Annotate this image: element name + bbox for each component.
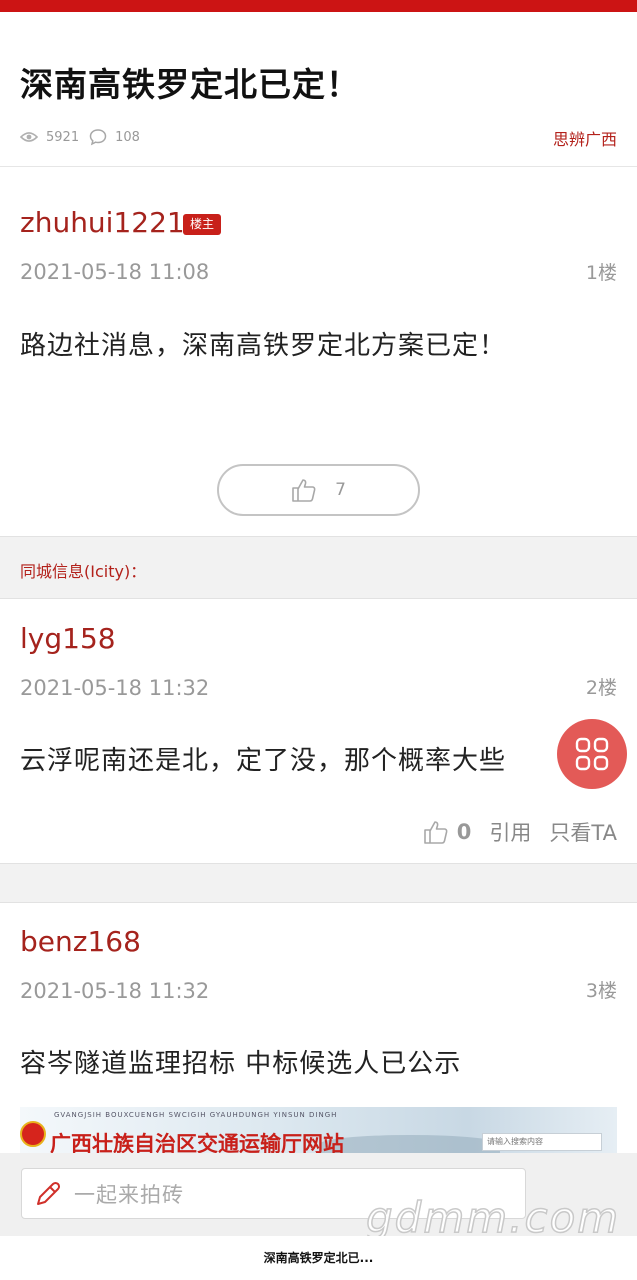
eye-icon	[20, 132, 38, 142]
section-label[interactable]: 同城信息(Icity)：	[20, 558, 146, 582]
post-floor: 1楼	[585, 262, 617, 284]
only-author-button[interactable]: 只看TA	[549, 817, 617, 847]
emblem-icon	[20, 1121, 46, 1147]
post-time: 2021-05-18 11:32	[20, 979, 210, 1003]
thread-stats: 5921 108	[20, 127, 150, 147]
banner-site-name: 广西壮族自治区交通运输厅网站	[50, 1132, 344, 1153]
comment-icon	[89, 129, 107, 146]
owner-badge: 楼主	[183, 214, 222, 235]
grid-icon	[575, 737, 609, 771]
reply-placeholder: 一起来拍砖	[74, 1182, 184, 1207]
post-author[interactable]: benz168	[20, 925, 141, 958]
quote-button[interactable]: 引用	[489, 817, 531, 847]
top-accent-bar	[0, 0, 637, 12]
forum-link[interactable]: 思辨广西	[553, 126, 617, 150]
views-count: 5921	[46, 129, 80, 145]
post-floor: 2楼	[585, 677, 617, 699]
thumbs-up-icon	[292, 479, 316, 502]
post-time: 2021-05-18 11:32	[20, 676, 210, 700]
like-count: 7	[335, 480, 346, 500]
pencil-icon	[37, 1181, 61, 1205]
post-content: 容岑隧道监理招标 中标候选人已公示	[20, 1049, 462, 1079]
banner-scenery	[320, 1135, 500, 1153]
post-author[interactable]: zhuhui1221	[20, 206, 185, 239]
banner-search-box: 请输入搜索内容	[482, 1133, 602, 1151]
like-count: 0	[456, 820, 472, 844]
divider	[0, 166, 637, 167]
like-button[interactable]: 7	[217, 464, 420, 516]
post-content: 云浮呢南还是北，定了没，那个概率大些	[20, 746, 507, 776]
thumbs-up-icon[interactable]	[423, 819, 449, 845]
banner-tagline: GVANGJSIH BOUXCUENGH SWCIGIH GYAUHDUNGH …	[54, 1111, 338, 1119]
embedded-image[interactable]: GVANGJSIH BOUXCUENGH SWCIGIH GYAUHDUNGH …	[20, 1107, 617, 1153]
thread-title: 深南高铁罗定北已定！	[20, 65, 360, 104]
replies-count: 108	[115, 129, 140, 145]
post-separator	[0, 863, 637, 903]
menu-fab-button[interactable]	[557, 719, 627, 789]
post-time: 2021-05-18 11:08	[20, 260, 210, 284]
post-floor: 3楼	[585, 980, 617, 1002]
page-caption: 深南高铁罗定北已...	[0, 1236, 637, 1280]
post-content: 路边社消息，深南高铁罗定北方案已定！	[20, 331, 507, 361]
post-actions: 0 引用 只看TA	[423, 816, 617, 848]
post-author[interactable]: lyg158	[20, 622, 116, 655]
watermark: gdmm.com	[365, 1192, 621, 1243]
